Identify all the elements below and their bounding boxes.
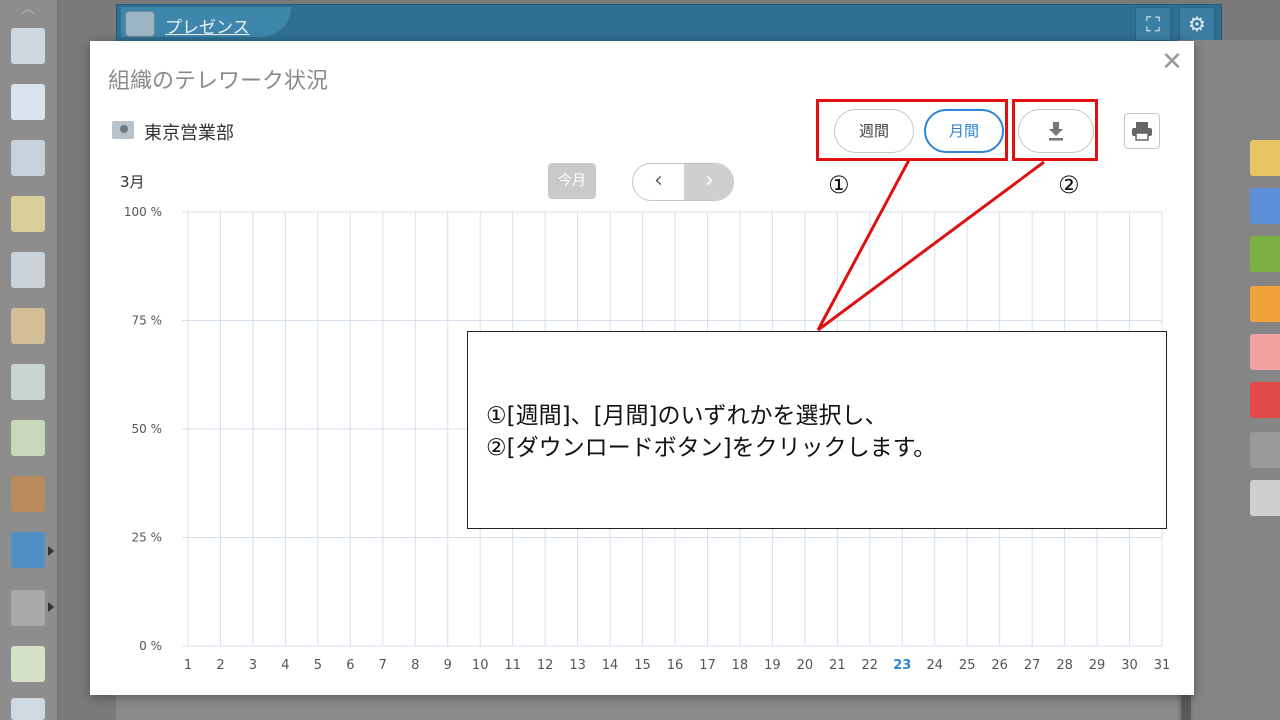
chart-x-tick-label: 31 bbox=[1154, 658, 1171, 673]
folder-app-icon[interactable] bbox=[11, 590, 45, 626]
chart-x-tick-label: 24 bbox=[926, 658, 943, 673]
board-app-icon[interactable] bbox=[11, 252, 45, 288]
presence-logo-icon bbox=[125, 11, 155, 37]
chart-y-tick-label: 25 % bbox=[132, 531, 163, 545]
chart-x-tick-label: 11 bbox=[504, 658, 521, 673]
chart-x-tick-label: 7 bbox=[379, 658, 387, 673]
expand-arrow-icon[interactable] bbox=[48, 546, 54, 556]
close-icon[interactable]: ✕ bbox=[1160, 49, 1184, 77]
chart-x-tick-label: 4 bbox=[281, 658, 289, 673]
report-app-icon[interactable] bbox=[11, 308, 45, 344]
print-button[interactable] bbox=[1124, 113, 1160, 149]
cabinet-app-icon[interactable] bbox=[11, 476, 45, 512]
chart-x-tick-label: 27 bbox=[1024, 658, 1041, 673]
portal-header: プレゼンス ⛶ ⚙ bbox=[116, 4, 1222, 42]
chart-y-tick-label: 0 % bbox=[139, 639, 162, 653]
portal-app-icon[interactable] bbox=[11, 28, 45, 64]
pencil-icon[interactable] bbox=[1250, 480, 1280, 516]
color-tab-pink[interactable] bbox=[1250, 334, 1280, 370]
chart-y-tick-label: 75 % bbox=[132, 314, 163, 328]
chart-x-tick-label: 21 bbox=[829, 658, 846, 673]
chart-x-tick-label: 16 bbox=[667, 658, 684, 673]
note-line-1: ①[週間]、[月間]のいずれかを選択し、 bbox=[486, 403, 888, 429]
chart-x-tick-label: 8 bbox=[411, 658, 419, 673]
fullscreen-icon[interactable]: ⛶ bbox=[1135, 7, 1171, 41]
chart-x-tick-label: 3 bbox=[249, 658, 257, 673]
chart-x-tick-label: 23 bbox=[893, 658, 911, 673]
chart-x-tick-label: 13 bbox=[569, 658, 586, 673]
calendar-app-icon[interactable] bbox=[11, 84, 45, 120]
chart-x-tick-label: 25 bbox=[959, 658, 976, 673]
chart-x-tick-label: 26 bbox=[991, 658, 1008, 673]
chart-x-tick-label: 10 bbox=[472, 658, 489, 673]
neo-app-icon[interactable] bbox=[11, 532, 45, 568]
chart-y-tick-label: 100 % bbox=[124, 205, 162, 219]
highlight-download-button bbox=[1012, 99, 1098, 161]
notification-icon[interactable] bbox=[1250, 140, 1280, 176]
chart-x-tick-label: 1 bbox=[184, 658, 192, 673]
chart-x-tick-label: 15 bbox=[634, 658, 651, 673]
app-sidebar: ︿ bbox=[0, 0, 58, 720]
survey-app-icon[interactable] bbox=[11, 364, 45, 400]
presence-app-icon[interactable] bbox=[11, 140, 45, 176]
instruction-note: ①[週間]、[月間]のいずれかを選択し、 ②[ダウンロードボタン]をクリックしま… bbox=[467, 331, 1167, 529]
chart-x-tick-label: 30 bbox=[1121, 658, 1138, 673]
chart-x-tick-label: 6 bbox=[346, 658, 354, 673]
chart-x-tick-label: 29 bbox=[1089, 658, 1106, 673]
color-tab-gray[interactable] bbox=[1250, 432, 1280, 468]
chart-x-tick-label: 22 bbox=[862, 658, 879, 673]
chart-x-tick-label: 20 bbox=[797, 658, 814, 673]
chart-x-tick-label: 19 bbox=[764, 658, 781, 673]
chart-x-tick-label: 9 bbox=[444, 658, 452, 673]
chart-x-tick-label: 18 bbox=[732, 658, 749, 673]
color-tab-red[interactable] bbox=[1250, 382, 1280, 418]
highlight-period-buttons bbox=[816, 99, 1008, 161]
right-rail bbox=[1194, 40, 1280, 720]
color-tab-green[interactable] bbox=[1250, 236, 1280, 272]
color-tab-blue[interactable] bbox=[1250, 188, 1280, 224]
chart-x-tick-label: 12 bbox=[537, 658, 554, 673]
chevron-up-icon[interactable]: ︿ bbox=[12, 0, 44, 17]
chart-x-tick-label: 17 bbox=[699, 658, 716, 673]
workflow-app-icon[interactable] bbox=[11, 420, 45, 456]
gear-icon[interactable]: ⚙ bbox=[1179, 7, 1215, 41]
month-label: 3月 bbox=[120, 173, 145, 191]
print-icon bbox=[1132, 122, 1152, 141]
department-icon bbox=[112, 121, 134, 139]
portal-title[interactable]: プレゼンス bbox=[165, 13, 250, 38]
color-tab-orange[interactable] bbox=[1250, 286, 1280, 322]
memo-app-icon[interactable] bbox=[11, 196, 45, 232]
department-name: 東京営業部 bbox=[144, 123, 234, 144]
expand-arrow-icon[interactable] bbox=[48, 602, 54, 612]
chart-y-tick-label: 50 % bbox=[132, 422, 163, 436]
custom-app-icon[interactable] bbox=[11, 698, 45, 720]
chart-x-tick-label: 5 bbox=[314, 658, 322, 673]
note-line-2: ②[ダウンロードボタン]をクリックします。 bbox=[486, 435, 937, 461]
chart-x-tick-label: 28 bbox=[1056, 658, 1073, 673]
modal-title: 組織のテレワーク状況 bbox=[108, 69, 329, 94]
chart-x-tick-label: 14 bbox=[602, 658, 619, 673]
chart-x-tick-label: 2 bbox=[216, 658, 224, 673]
custom-app-icon[interactable] bbox=[11, 646, 45, 682]
